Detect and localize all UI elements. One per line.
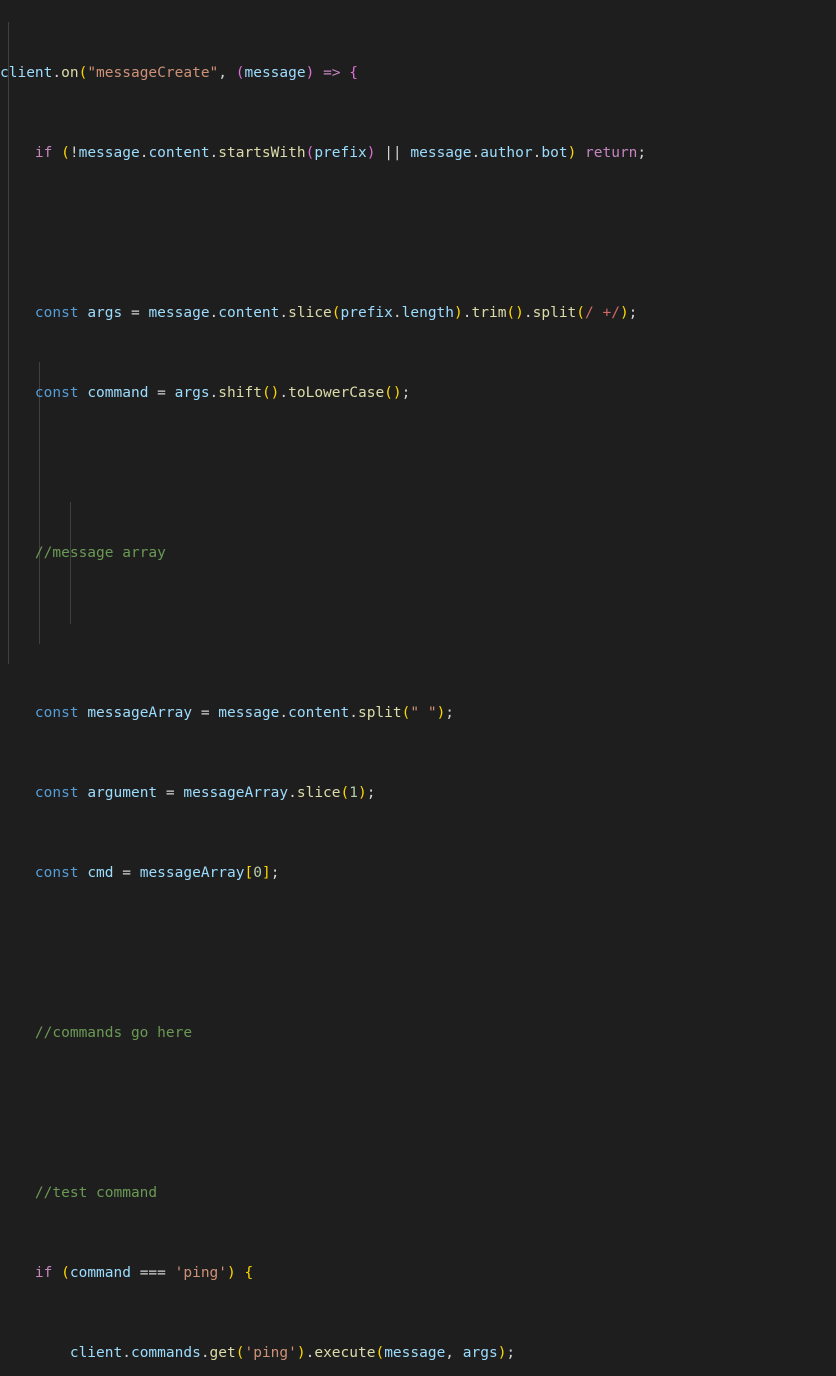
- code-line: client.commands.get('ping').execute(mess…: [69, 1345, 516, 1361]
- code-line: const argument = messageArray.slice(1);: [34, 785, 376, 801]
- code-line-comment: //commands go here: [34, 1025, 193, 1041]
- code-line: client.on("messageCreate", (message) => …: [0, 65, 358, 81]
- code-line: const command = args.shift().toLowerCase…: [34, 385, 411, 401]
- code-content[interactable]: client.on("messageCreate", (message) => …: [0, 0, 836, 1376]
- code-line: const messageArray = message.content.spl…: [34, 705, 455, 721]
- code-line-comment: //message array: [34, 545, 166, 561]
- code-line: if (command === 'ping') {: [34, 1265, 254, 1281]
- code-editor[interactable]: client.on("messageCreate", (message) => …: [0, 0, 836, 1361]
- code-line: if (!message.content.startsWith(prefix) …: [34, 145, 647, 161]
- code-line: const cmd = messageArray[0];: [34, 865, 280, 881]
- code-line-comment: //test command: [34, 1185, 158, 1201]
- code-line: const args = message.content.slice(prefi…: [34, 305, 638, 321]
